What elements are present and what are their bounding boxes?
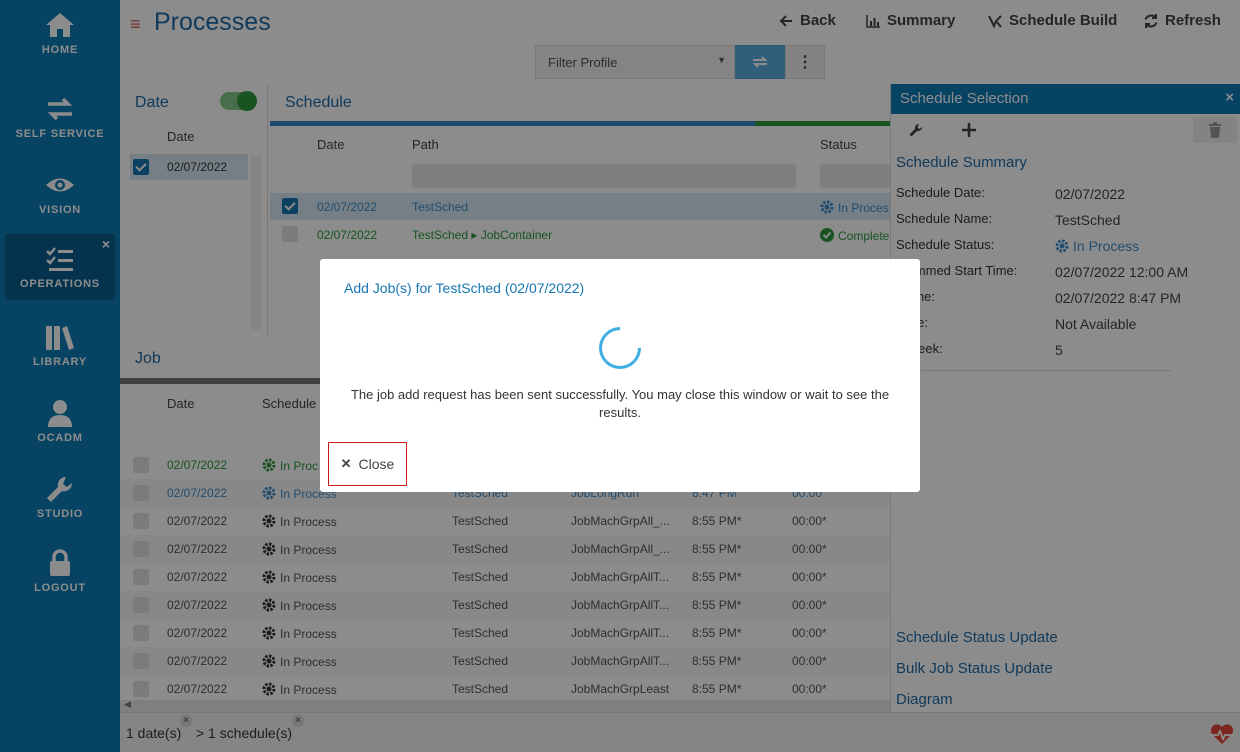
close-button[interactable]: ✕ Close — [328, 442, 407, 486]
dialog-title: Add Job(s) for TestSched (02/07/2022) — [344, 280, 585, 296]
app-root: HOME SELF SERVICE VISION OPERATIONS × LI… — [0, 0, 1240, 752]
close-icon: ✕ — [340, 456, 352, 471]
dialog-message: The job add request has been sent succes… — [350, 387, 890, 420]
add-jobs-dialog: Add Job(s) for TestSched (02/07/2022) Th… — [320, 259, 920, 492]
close-label: Close — [358, 456, 395, 472]
loading-spinner-icon — [590, 318, 650, 378]
